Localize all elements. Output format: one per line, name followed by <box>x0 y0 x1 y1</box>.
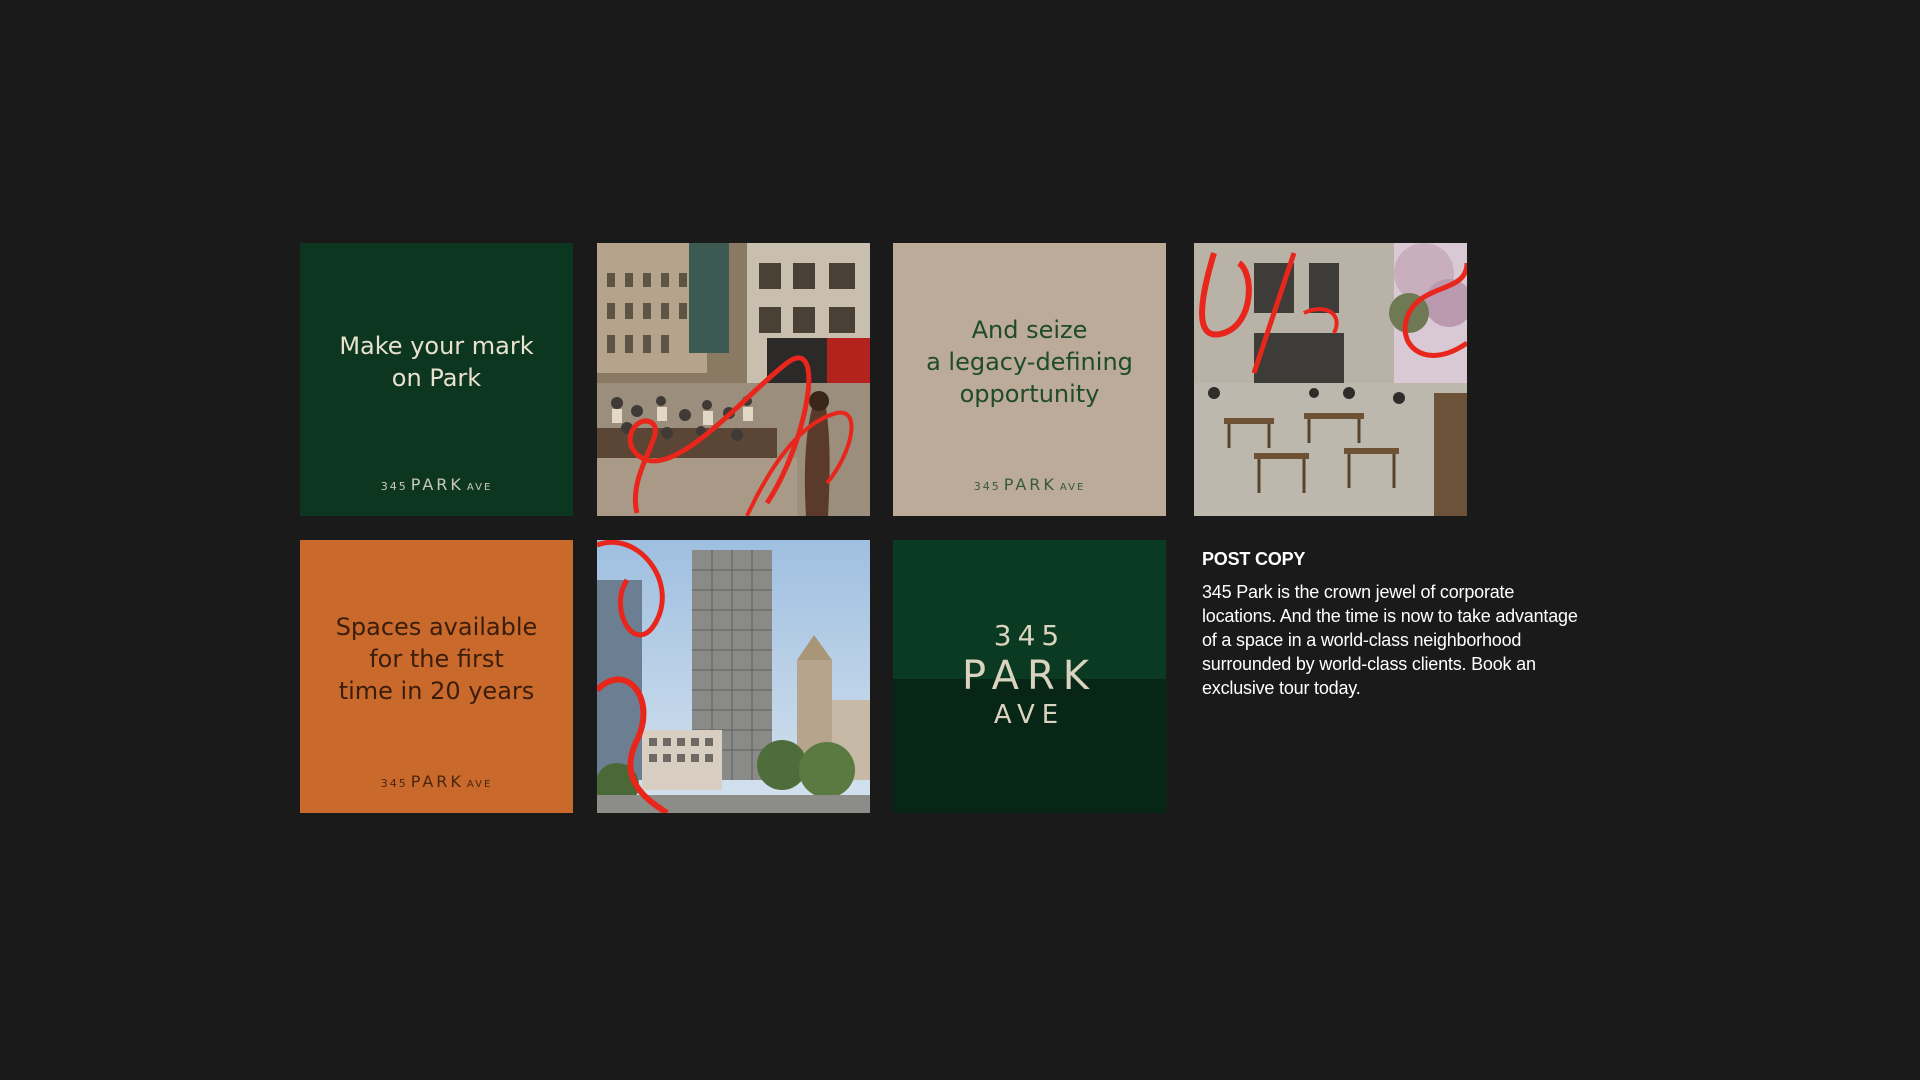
345-park-ave-logo: 345 PARK AVE <box>380 772 493 791</box>
tower-illustration <box>597 540 870 813</box>
345-park-ave-logo: 345 PARK AVE <box>380 475 493 494</box>
social-tile-brand-logo: 345 PARK AVE <box>893 540 1166 813</box>
345-park-ave-logo: 345 PARK AVE <box>962 619 1097 730</box>
cafe-terrace-photo-icon <box>1194 243 1467 516</box>
tower-photo-icon <box>597 540 870 813</box>
post-copy-body: 345 Park is the crown jewel of corporate… <box>1202 582 1578 698</box>
social-tile-make-your-mark: Make your mark on Park 345 PARK AVE <box>300 243 573 516</box>
345-park-ave-logo: 345 PARK AVE <box>973 475 1086 494</box>
cafe-terrace-illustration <box>1194 243 1467 516</box>
tile-headline: Make your mark on Park <box>339 331 534 392</box>
social-tile-legacy-opportunity: And seize a legacy-defining opportunity … <box>893 243 1166 516</box>
plaza-photo-illustration <box>597 243 870 516</box>
tile-headline: And seize a legacy-defining opportunity <box>926 315 1133 408</box>
post-copy-title: POST COPY <box>1202 549 1306 569</box>
post-copy-block: POST COPY 345 Park is the crown jewel of… <box>1202 546 1602 700</box>
tile-headline: Spaces available for the first time in 2… <box>335 612 538 705</box>
plaza-photo-icon <box>597 243 870 516</box>
social-tile-spaces-available: Spaces available for the first time in 2… <box>300 540 573 813</box>
